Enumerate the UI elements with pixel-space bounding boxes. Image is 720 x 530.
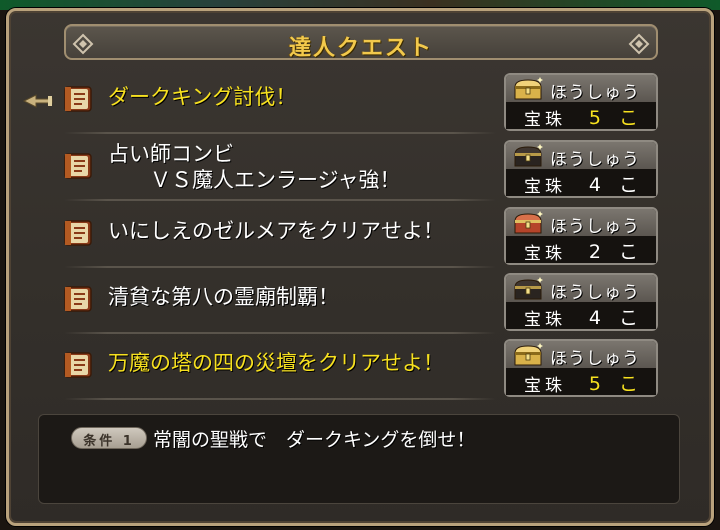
quest-name: 清貧な第八の霊廟制覇！	[108, 285, 339, 309]
quest-name: 万魔の塔の四の災壇をクリアせよ！	[108, 351, 444, 375]
condition-tag: 条件 1	[71, 427, 147, 449]
treasure-chest-icon	[514, 211, 543, 234]
quest-book-icon	[64, 352, 92, 378]
reward-count: 5 こ	[588, 107, 644, 129]
reward-item-name: 宝珠	[524, 376, 566, 396]
reward-body: 宝珠 4 こ	[506, 169, 656, 197]
quest-name: ダークキング討伐！	[108, 85, 297, 109]
reward-box: ほうしゅう 宝珠 4 こ	[504, 140, 658, 198]
reward-item-name: 宝珠	[524, 177, 566, 197]
reward-body: 宝珠 2 こ	[506, 236, 656, 264]
reward-header: ほうしゅう	[506, 209, 656, 237]
reward-count: 4 こ	[588, 174, 644, 196]
reward-body: 宝珠 4 こ	[506, 302, 656, 330]
reward-box: ほうしゅう 宝珠 4 こ	[504, 273, 658, 331]
reward-box: ほうしゅう 宝珠 5 こ	[504, 73, 658, 131]
treasure-chest-icon	[514, 144, 543, 167]
reward-box: ほうしゅう 宝珠 2 こ	[504, 207, 658, 265]
quest-name: 占い師コンビ ＶＳ魔人エンラージャ強！	[108, 142, 401, 192]
quest-book-icon	[64, 86, 92, 112]
quest-row[interactable]: ダークキング討伐！ ほうしゅう 宝珠 5 こ	[56, 72, 658, 134]
quest-row[interactable]: 万魔の塔の四の災壇をクリアせよ！ ほうしゅう 宝珠 5 こ	[56, 338, 658, 400]
treasure-chest-icon	[514, 343, 543, 366]
row-divider	[64, 199, 496, 201]
treasure-chest-icon	[514, 77, 543, 100]
treasure-chest-icon	[514, 277, 543, 300]
reward-body: 宝珠 5 こ	[506, 102, 656, 130]
reward-item-name: 宝珠	[524, 244, 566, 264]
reward-label: ほうしゅう	[550, 349, 640, 369]
quest-name: いにしえのゼルメアをクリアせよ！	[108, 219, 444, 243]
quest-row[interactable]: 清貧な第八の霊廟制覇！ ほうしゅう 宝珠 4 こ	[56, 272, 658, 334]
condition-tag-label: 条件 1	[83, 434, 135, 449]
reward-header: ほうしゅう	[506, 75, 656, 103]
reward-count: 2 こ	[588, 241, 644, 263]
reward-item-name: 宝珠	[524, 110, 566, 130]
reward-label: ほうしゅう	[550, 150, 640, 170]
reward-header: ほうしゅう	[506, 341, 656, 369]
reward-count: 4 こ	[588, 307, 644, 329]
row-divider	[64, 332, 496, 334]
selection-cursor-icon	[22, 94, 53, 108]
ornament-right-icon	[628, 33, 650, 55]
reward-header: ほうしゅう	[506, 142, 656, 170]
row-divider	[64, 266, 496, 268]
row-divider	[64, 398, 496, 400]
reward-label: ほうしゅう	[550, 217, 640, 237]
quest-book-icon	[64, 153, 92, 179]
reward-header: ほうしゅう	[506, 275, 656, 303]
quest-row[interactable]: 占い師コンビ ＶＳ魔人エンラージャ強！ ほうしゅう 宝珠 4 こ	[56, 139, 658, 201]
quest-book-icon	[64, 286, 92, 312]
window-title: 達人クエスト	[288, 36, 433, 61]
reward-box: ほうしゅう 宝珠 5 こ	[504, 339, 658, 397]
reward-body: 宝珠 5 こ	[506, 368, 656, 396]
quest-book-icon	[64, 220, 92, 246]
reward-item-name: 宝珠	[524, 310, 566, 330]
quest-row[interactable]: いにしえのゼルメアをクリアせよ！ ほうしゅう 宝珠 2 こ	[56, 206, 658, 268]
reward-label: ほうしゅう	[550, 283, 640, 303]
reward-count: 5 こ	[588, 373, 644, 395]
condition-text: 常闇の聖戦で ダークキングを倒せ！	[153, 429, 476, 451]
reward-label: ほうしゅう	[550, 83, 640, 103]
condition-panel: 条件 1 常闇の聖戦で ダークキングを倒せ！	[38, 414, 680, 504]
title-bar: 達人クエスト	[64, 24, 658, 61]
row-divider	[64, 132, 496, 134]
